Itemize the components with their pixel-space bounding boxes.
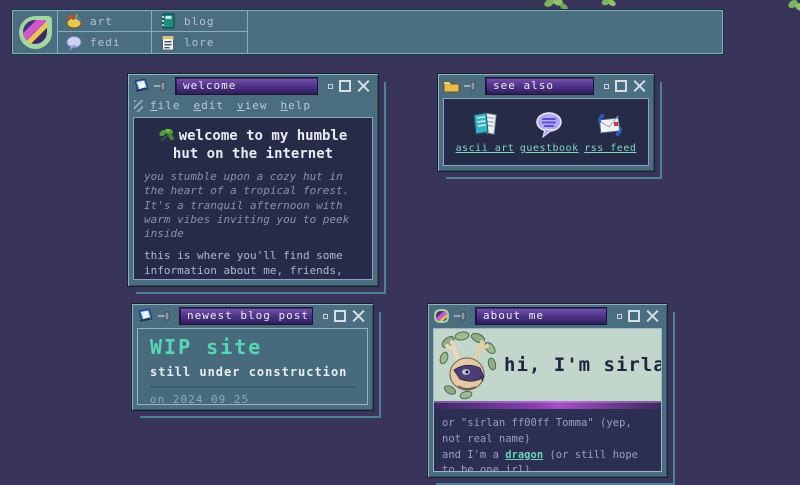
dragon-avatar <box>436 330 500 400</box>
pin-icon <box>454 311 468 321</box>
top-nav-bar: art blog fedi lore <box>12 10 723 54</box>
titlebar[interactable]: welcome <box>128 74 378 98</box>
window-blog-post: newest blog post WIP site still under co… <box>131 303 374 411</box>
welcome-content: welcome to my humble hut on the internet… <box>133 117 373 280</box>
link-rss-feed[interactable]: rss feed <box>584 110 636 154</box>
notepad-window-icon <box>133 78 150 94</box>
dragon-link[interactable]: dragon <box>505 449 543 461</box>
maximize-button[interactable] <box>628 310 640 322</box>
nav-item-blog[interactable]: blog <box>152 11 248 32</box>
pin-icon <box>464 81 478 91</box>
maximize-button[interactable] <box>334 310 346 322</box>
blog-post-subtitle: still under construction <box>150 365 355 379</box>
maximize-button[interactable] <box>339 80 351 92</box>
speech-bubble-icon <box>66 35 82 51</box>
gradient-divider <box>434 401 661 409</box>
window-controls <box>614 310 662 323</box>
see-also-content: ascii art guestbook rss feed <box>443 98 649 166</box>
menu-file[interactable]: file <box>150 99 181 112</box>
nav-item-art[interactable]: art <box>58 11 152 32</box>
window-welcome: welcome file edit view help welcome to m… <box>127 73 379 287</box>
blog-post-content: WIP site still under construction on 202… <box>137 328 368 405</box>
nav-label: lore <box>184 36 215 49</box>
about-content: hi, I'm sirlan or "sirlan ff00ff Tomma" … <box>433 328 662 472</box>
leaf-sprig-icon <box>159 128 175 142</box>
shortcut-label: guestbook <box>520 143 579 154</box>
close-button[interactable] <box>633 80 646 93</box>
nav-links: art blog fedi lore <box>58 11 248 53</box>
leaf-decoration <box>786 0 800 14</box>
palette-icon <box>66 13 82 29</box>
welcome-body-text: this is where you'll find some informati… <box>144 249 362 280</box>
window-about-me: about me <box>427 303 668 478</box>
window-title: about me <box>475 307 607 325</box>
chat-bubble-icon <box>534 110 564 140</box>
nav-item-fedi[interactable]: fedi <box>58 32 152 53</box>
notepad-window-icon <box>137 308 154 324</box>
link-ascii-art[interactable]: ascii art <box>456 110 515 154</box>
window-see-also: see also ascii art guestboo <box>437 73 655 172</box>
minimize-button[interactable] <box>323 314 328 319</box>
shortcut-label: rss feed <box>584 143 636 154</box>
pin-icon <box>158 311 172 321</box>
about-line-2-pre: and I'm a <box>442 449 505 461</box>
minimize-button[interactable] <box>328 84 333 89</box>
titlebar[interactable]: see also <box>438 74 654 98</box>
welcome-heading: welcome to my humble hut on the internet <box>144 128 362 163</box>
pin-icon <box>154 81 168 91</box>
titlebar[interactable]: newest blog post <box>132 304 373 328</box>
about-line-1: or "sirlan ff00ff Tomma" (yep, not real … <box>442 416 653 448</box>
notepad-icon <box>470 110 500 140</box>
minimize-button[interactable] <box>617 314 622 319</box>
close-button[interactable] <box>357 80 370 93</box>
folder-icon <box>443 78 460 94</box>
window-title: welcome <box>175 77 318 95</box>
welcome-heading-text: welcome to my humble hut on the internet <box>173 128 347 162</box>
titlebar[interactable]: about me <box>428 304 667 328</box>
divider <box>150 386 355 388</box>
mail-feed-icon <box>595 110 625 140</box>
window-controls <box>320 310 368 323</box>
document-icon <box>160 35 176 51</box>
window-title: see also <box>485 77 594 95</box>
about-heading: hi, I'm sirlan <box>504 354 661 376</box>
menu-bar: file edit view help <box>128 98 378 117</box>
menu-view[interactable]: view <box>237 99 268 112</box>
site-logo[interactable] <box>13 11 58 53</box>
minimize-button[interactable] <box>604 84 609 89</box>
nav-label: fedi <box>90 36 121 49</box>
window-controls <box>601 80 649 93</box>
welcome-flavor-text: you stumble upon a cozy hut in the heart… <box>144 170 362 241</box>
close-button[interactable] <box>352 310 365 323</box>
nav-item-lore[interactable]: lore <box>152 32 248 53</box>
window-controls <box>325 80 373 93</box>
about-intro: or "sirlan ff00ff Tomma" (yep, not real … <box>434 409 661 472</box>
notebook-icon <box>160 13 176 29</box>
about-banner: hi, I'm sirlan <box>434 329 661 401</box>
link-guestbook[interactable]: guestbook <box>520 110 579 154</box>
leaf-logo-icon <box>19 16 52 49</box>
nav-label: blog <box>184 15 215 28</box>
desktop: { "desktop": { "background": "#39345a" }… <box>0 0 800 450</box>
shortcut-label: ascii art <box>456 143 515 154</box>
menu-help[interactable]: help <box>281 99 312 112</box>
blog-post-title[interactable]: WIP site <box>150 335 355 359</box>
close-button[interactable] <box>646 310 659 323</box>
blog-post-date: on 2024 09 25 <box>150 393 355 405</box>
menu-edit[interactable]: edit <box>194 99 225 112</box>
leaf-logo-icon <box>433 308 450 324</box>
maximize-button[interactable] <box>615 80 627 92</box>
window-title: newest blog post <box>179 307 313 325</box>
about-line-2: and I'm a dragon (or still hope to be on… <box>442 448 653 473</box>
nav-label: art <box>90 15 113 28</box>
leaf-decoration <box>601 0 617 8</box>
